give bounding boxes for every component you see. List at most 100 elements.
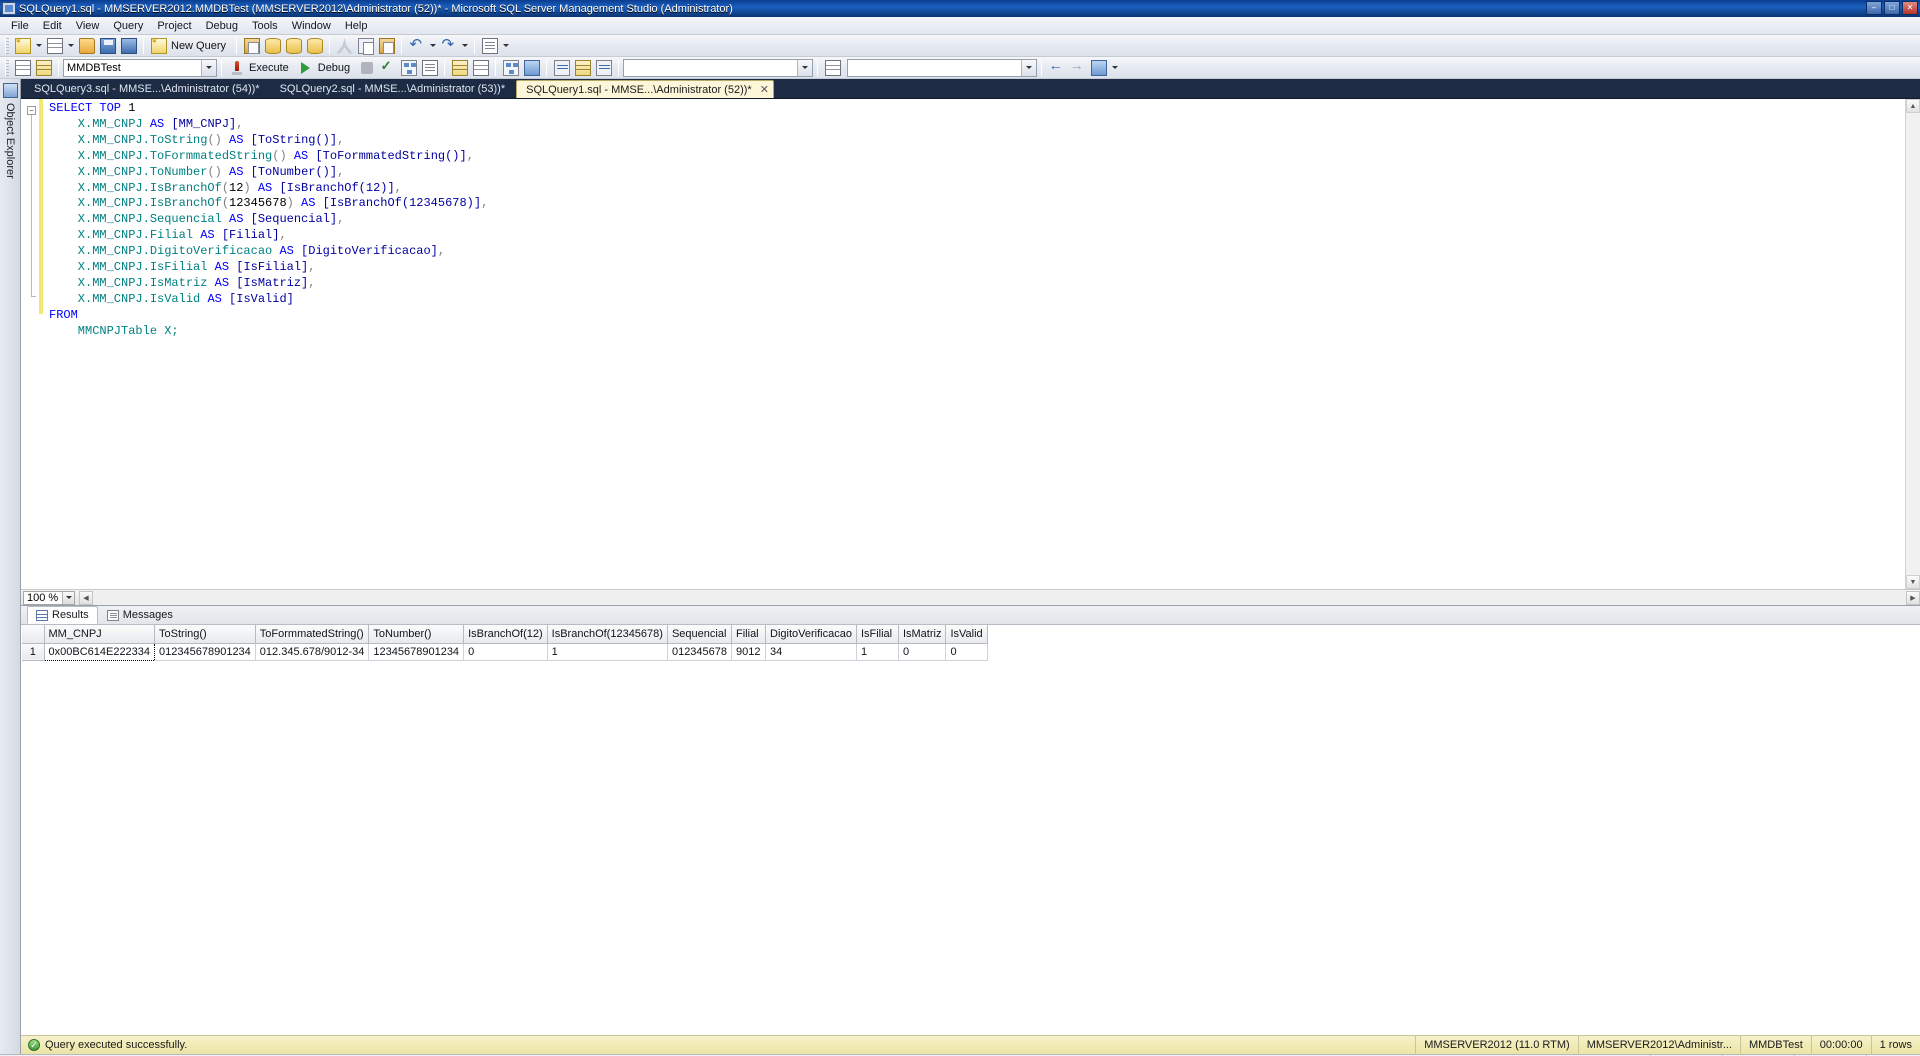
editor-vertical-scrollbar[interactable]: ▲ ▼ [1905, 99, 1920, 589]
undo-dropdown[interactable] [427, 36, 438, 56]
minimize-button[interactable]: – [1866, 1, 1882, 15]
editor-horizontal-scrollbar[interactable]: ◀ ▶ [79, 590, 1920, 605]
bookmark-dropdown[interactable] [1109, 58, 1120, 78]
cell-3[interactable]: 12345678901234 [368, 643, 465, 661]
toggle-bookmark-button[interactable] [1088, 58, 1109, 78]
new-query-button[interactable] [148, 36, 169, 56]
cell-5[interactable]: 1 [547, 643, 668, 661]
new-query-label[interactable]: New Query [169, 40, 232, 52]
menu-item-tools[interactable]: Tools [245, 18, 285, 34]
column-header-4[interactable]: IsBranchOf(12) [463, 625, 548, 644]
column-header-2[interactable]: ToFormmatedString() [255, 625, 370, 644]
column-header-10[interactable]: IsMatriz [898, 625, 947, 644]
redo-button[interactable] [438, 35, 459, 56]
new-item-button[interactable] [44, 36, 65, 56]
scroll-right-button[interactable]: ▶ [1906, 590, 1920, 605]
menu-item-view[interactable]: View [69, 18, 107, 34]
results-to-text-button[interactable] [449, 58, 470, 78]
disconnect-button[interactable] [33, 58, 54, 78]
cell-7[interactable]: 9012 [731, 643, 767, 661]
scroll-down-button[interactable]: ▼ [1906, 575, 1920, 589]
cell-4[interactable]: 0 [463, 643, 548, 661]
menu-item-project[interactable]: Project [150, 18, 198, 34]
window-controls[interactable]: – □ ✕ [1866, 1, 1918, 15]
toolbar-grip[interactable] [5, 59, 9, 76]
column-header-9[interactable]: IsFilial [856, 625, 899, 644]
new-project-dropdown[interactable] [33, 36, 44, 56]
table-row[interactable]: 1 0x00BC614E222334 012345678901234 012.345.… [22, 642, 988, 661]
prev-bookmark-button[interactable] [1046, 57, 1067, 78]
column-header-8[interactable]: DigitoVerificacao [765, 625, 857, 644]
save-all-button[interactable] [118, 36, 139, 56]
menu-item-window[interactable]: Window [285, 18, 338, 34]
tab-sqlquery2[interactable]: SQLQuery2.sql - MMSE...\Administrator (5… [271, 80, 515, 98]
sql-editor[interactable]: − SELECT TOP 1 X.MM_CNPJ AS [MM_CNPJ], X… [21, 99, 1920, 589]
stop-button[interactable] [356, 58, 377, 78]
scroll-up-button[interactable]: ▲ [1906, 99, 1920, 113]
chevron-down-icon[interactable] [797, 59, 813, 76]
chevron-down-icon[interactable] [1021, 59, 1037, 76]
menu-item-edit[interactable]: Edit [36, 18, 69, 34]
new-xmla-query-button[interactable] [304, 36, 325, 56]
cell-8[interactable]: 34 [765, 643, 857, 661]
execute-label[interactable]: Execute [247, 62, 295, 74]
column-header-11[interactable]: IsValid [945, 625, 988, 644]
results-to-grid-button[interactable] [470, 58, 491, 78]
collapse-region-button[interactable]: − [27, 106, 36, 115]
cell-2[interactable]: 012.345.678/9012-34 [255, 643, 370, 661]
indent-button[interactable] [593, 58, 614, 78]
display-estimated-plan-button[interactable] [398, 58, 419, 78]
uncomment-button[interactable] [572, 58, 593, 78]
scroll-left-button[interactable]: ◀ [79, 590, 93, 605]
tab-results[interactable]: Results [27, 606, 98, 624]
chevron-down-icon[interactable] [201, 59, 216, 76]
navigate-button[interactable] [479, 36, 500, 56]
server-combo[interactable] [623, 58, 814, 77]
tab-sqlquery3[interactable]: SQLQuery3.sql - MMSE...\Administrator (5… [25, 80, 269, 98]
cell-1[interactable]: 012345678901234 [154, 643, 256, 661]
cut-button[interactable] [334, 36, 355, 56]
copy-button[interactable] [355, 36, 376, 56]
tab-messages[interactable]: Messages [98, 606, 182, 624]
debug-label[interactable]: Debug [316, 62, 356, 74]
menu-item-file[interactable]: File [4, 18, 36, 34]
connect-button[interactable] [12, 58, 33, 78]
editor-code-text[interactable]: SELECT TOP 1 X.MM_CNPJ AS [MM_CNPJ], X.M… [43, 99, 1905, 589]
column-header-0[interactable]: MM_CNPJ [44, 625, 156, 644]
column-header-1[interactable]: ToString() [154, 625, 256, 644]
maximize-button[interactable]: □ [1884, 1, 1900, 15]
open-file-button[interactable] [76, 36, 97, 56]
menu-item-debug[interactable]: Debug [199, 18, 245, 34]
cell-11[interactable]: 0 [945, 643, 988, 661]
toolbar-grip[interactable] [5, 37, 9, 54]
object-explorer-panel[interactable]: Object Explorer [0, 79, 21, 1054]
new-item-dropdown[interactable] [65, 36, 76, 56]
chevron-down-icon[interactable] [62, 591, 74, 604]
cell-6[interactable]: 012345678 [667, 643, 733, 661]
close-button[interactable]: ✕ [1902, 1, 1918, 15]
grid-corner-header[interactable] [22, 625, 45, 644]
column-header-5[interactable]: IsBranchOf(12345678) [547, 625, 668, 644]
save-button[interactable] [97, 36, 118, 56]
close-icon[interactable]: ✕ [760, 83, 769, 96]
comment-button[interactable] [551, 58, 572, 78]
cell-9[interactable]: 1 [856, 643, 899, 661]
execute-button[interactable] [226, 58, 247, 78]
undo-button[interactable] [406, 35, 427, 56]
parse-button[interactable] [377, 58, 398, 78]
include-actual-plan-button[interactable] [500, 58, 521, 78]
row-header[interactable]: 1 [22, 643, 45, 661]
column-header-7[interactable]: Filial [731, 625, 767, 644]
database-combo[interactable]: MMDBTest [63, 58, 217, 77]
navigate-dropdown[interactable] [500, 36, 511, 56]
new-db-engine-query-button[interactable] [241, 36, 262, 56]
find-button[interactable] [822, 58, 843, 78]
menu-item-help[interactable]: Help [338, 18, 375, 34]
query-options-button[interactable] [419, 58, 440, 78]
results-grid-area[interactable]: MM_CNPJ ToString() ToFormmatedString() ToNu… [21, 625, 1920, 1035]
zoom-level-combo[interactable]: 100 % [23, 590, 75, 605]
column-header-6[interactable]: Sequencial [667, 625, 733, 644]
paste-button[interactable] [376, 36, 397, 56]
column-header-3[interactable]: ToNumber() [368, 625, 465, 644]
cell-10[interactable]: 0 [898, 643, 947, 661]
